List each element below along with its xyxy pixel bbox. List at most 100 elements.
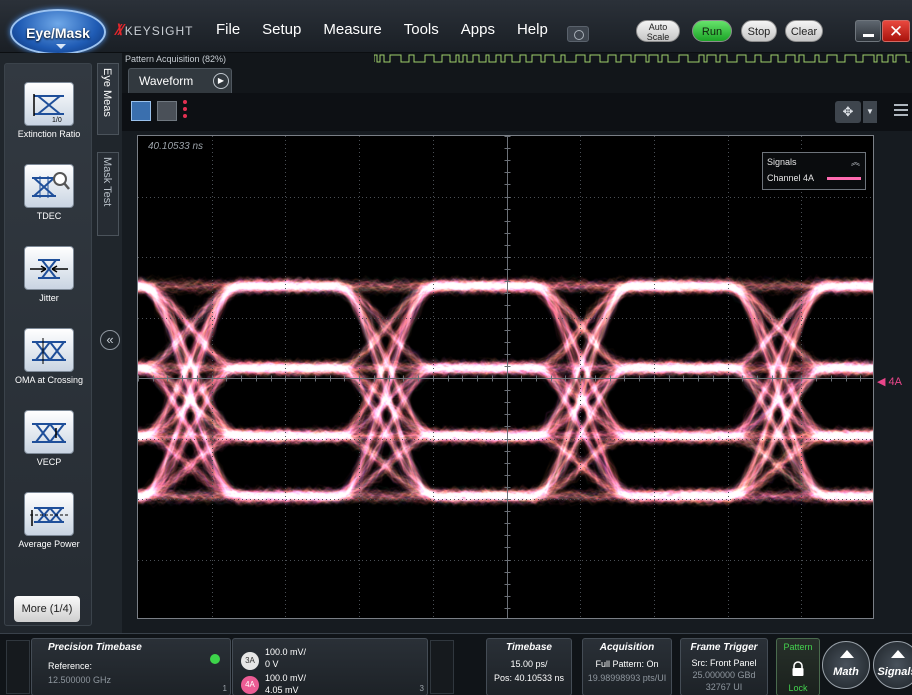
average-power-icon bbox=[24, 492, 74, 536]
waveform-tab-bar: Waveform ▶ bbox=[122, 65, 912, 93]
autoscale-button[interactable]: Auto Scale bbox=[636, 20, 680, 42]
menu-setup[interactable]: Setup bbox=[262, 21, 301, 38]
channel-marker-label: 4A bbox=[888, 376, 902, 388]
single-grid-layout-button[interactable] bbox=[131, 101, 151, 121]
pattern-bits-graphic bbox=[374, 54, 910, 63]
legend-channel-swatch bbox=[827, 177, 861, 180]
brand-logo: ⁄\⁄ KEYSIGHT bbox=[117, 22, 193, 40]
chevron-down-icon bbox=[56, 44, 66, 49]
vecp-button[interactable]: VECP bbox=[5, 410, 93, 468]
signals-label: Signals bbox=[877, 666, 912, 678]
frame-trigger-title: Frame Trigger bbox=[690, 642, 758, 653]
timebase-panel[interactable]: Timebase 15.00 ps/ Pos: 40.10533 ns bbox=[486, 638, 572, 695]
acquisition-panel[interactable]: Acquisition Full Pattern: On 19.98998993… bbox=[582, 638, 672, 695]
left-scroll-button[interactable] bbox=[6, 640, 30, 694]
tab-mask-test-label: Mask Test bbox=[101, 157, 113, 207]
acquisition-title: Acquisition bbox=[599, 642, 655, 653]
chevron-up-icon bbox=[840, 650, 854, 658]
signals-legend: Signals ︽ Channel 4A bbox=[762, 152, 866, 190]
average-power-label: Average Power bbox=[18, 539, 80, 549]
frame-trigger-baud: 25.000000 GBd bbox=[692, 670, 756, 680]
tab-waveform[interactable]: Waveform ▶ bbox=[128, 68, 232, 93]
math-label: Math bbox=[833, 666, 859, 678]
settings-gear-icon[interactable] bbox=[430, 640, 454, 694]
graticule-grid bbox=[138, 136, 873, 618]
jitter-button[interactable]: Jitter bbox=[5, 246, 93, 304]
stop-button[interactable]: Stop bbox=[741, 20, 777, 42]
pattern-acquisition-strip: Pattern Acquisition (82%) bbox=[122, 53, 912, 65]
app-window: Eye/Mask ⁄\⁄ KEYSIGHT File Setup Measure… bbox=[0, 0, 912, 695]
tab-waveform-label: Waveform bbox=[139, 74, 194, 88]
pattern-acquisition-label: Pattern Acquisition (82%) bbox=[125, 54, 227, 64]
frame-trigger-panel[interactable]: Frame Trigger Src: Front Panel 25.000000… bbox=[680, 638, 768, 695]
reference-value: 12.500000 GHz bbox=[48, 675, 112, 685]
timebase-scale: 15.00 ps/ bbox=[510, 659, 548, 669]
hamburger-menu-icon[interactable] bbox=[894, 104, 908, 118]
time-position-label: 40.10533 ns bbox=[148, 141, 204, 152]
timebase-position: Pos: 40.10533 ns bbox=[493, 673, 565, 683]
extinction-ratio-label: Extinction Ratio bbox=[17, 129, 81, 139]
left-panel: 1/0 Extinction Ratio TDEC Jitter OMA at … bbox=[0, 53, 122, 633]
pan-zoom-icon[interactable]: ✥ bbox=[835, 101, 861, 123]
precision-timebase-panel[interactable]: Precision Timebase Reference: 12.500000 … bbox=[31, 638, 231, 695]
menu-measure[interactable]: Measure bbox=[323, 21, 381, 38]
lock-icon bbox=[792, 661, 804, 676]
camera-icon[interactable] bbox=[567, 26, 589, 42]
channel-number-1: 1 bbox=[222, 684, 227, 693]
autoscale-label-2: Scale bbox=[646, 32, 670, 42]
collapse-panel-button[interactable]: « bbox=[100, 330, 120, 350]
pan-dropdown-button[interactable]: ▼ bbox=[863, 101, 877, 123]
channel-number-3: 3 bbox=[419, 684, 424, 693]
tab-mask-test[interactable]: Mask Test bbox=[97, 152, 119, 236]
more-button[interactable]: More (1/4) bbox=[14, 596, 80, 622]
oma-icon bbox=[24, 328, 74, 372]
legend-title: Signals bbox=[767, 157, 797, 167]
close-button[interactable]: ✕ bbox=[882, 20, 910, 42]
channel-4a-offset: 4.05 mV bbox=[265, 685, 299, 695]
autoscale-label-1: Auto bbox=[648, 22, 668, 32]
tdec-button[interactable]: TDEC bbox=[5, 164, 93, 222]
keysight-wave-icon: ⁄\⁄ bbox=[117, 22, 123, 39]
brand-name: KEYSIGHT bbox=[124, 24, 194, 38]
pattern-title: Pattern bbox=[783, 642, 813, 652]
menu-tools[interactable]: Tools bbox=[404, 21, 439, 38]
menu-help[interactable]: Help bbox=[517, 21, 548, 38]
menu-apps[interactable]: Apps bbox=[461, 21, 495, 38]
extinction-ratio-icon: 1/0 bbox=[24, 82, 74, 126]
multi-grid-layout-button[interactable] bbox=[157, 101, 177, 121]
tab-eye-meas[interactable]: Eye Meas bbox=[97, 63, 119, 135]
run-button[interactable]: Run bbox=[692, 20, 732, 42]
more-options-icon[interactable] bbox=[183, 100, 187, 120]
eye-mask-mode-button[interactable]: Eye/Mask bbox=[10, 9, 106, 55]
pattern-lock-label: Lock bbox=[788, 683, 808, 693]
average-power-button[interactable]: Average Power bbox=[5, 492, 93, 550]
acquisition-pattern: Full Pattern: On bbox=[595, 659, 659, 669]
vecp-label: VECP bbox=[36, 457, 62, 467]
minimize-button[interactable] bbox=[855, 20, 881, 42]
waveform-display[interactable]: 40.10533 ns Signals ︽ Channel 4A bbox=[137, 135, 874, 619]
frame-trigger-source: Src: Front Panel bbox=[691, 658, 757, 668]
signals-button[interactable]: Signals bbox=[873, 641, 912, 689]
vecp-icon bbox=[24, 410, 74, 454]
clear-button[interactable]: Clear bbox=[785, 20, 823, 42]
oma-at-crossing-button[interactable]: OMA at Crossing bbox=[5, 328, 93, 386]
timebase-title: Timebase bbox=[506, 642, 552, 653]
play-icon[interactable]: ▶ bbox=[213, 73, 229, 89]
channel-3a-offset: 0 V bbox=[265, 659, 279, 669]
channel-3a-badge: 3A bbox=[241, 652, 259, 670]
measurement-list: 1/0 Extinction Ratio TDEC Jitter OMA at … bbox=[4, 63, 92, 626]
acquisition-rate: 19.98998993 pts/UI bbox=[587, 673, 667, 683]
math-button[interactable]: Math bbox=[822, 641, 870, 689]
menu-file[interactable]: File bbox=[216, 21, 240, 38]
chevron-up-icon bbox=[891, 650, 905, 658]
pattern-lock-panel[interactable]: Pattern Lock bbox=[776, 638, 820, 695]
channels-panel[interactable]: 3A 100.0 mV/ 0 V 4A 100.0 mV/ 4.05 mV 3 bbox=[232, 638, 428, 695]
menu-bar: File Setup Measure Tools Apps Help bbox=[216, 21, 548, 38]
legend-collapse-icon[interactable]: ︽ bbox=[851, 155, 860, 168]
jitter-label: Jitter bbox=[39, 293, 59, 303]
display-toolbar: ✥ ▼ bbox=[122, 93, 912, 131]
channel-4a-marker[interactable]: ◀ 4A bbox=[877, 375, 902, 388]
top-bar: Eye/Mask ⁄\⁄ KEYSIGHT File Setup Measure… bbox=[0, 0, 912, 55]
tdec-icon bbox=[24, 164, 74, 208]
extinction-ratio-button[interactable]: 1/0 Extinction Ratio bbox=[5, 82, 93, 140]
